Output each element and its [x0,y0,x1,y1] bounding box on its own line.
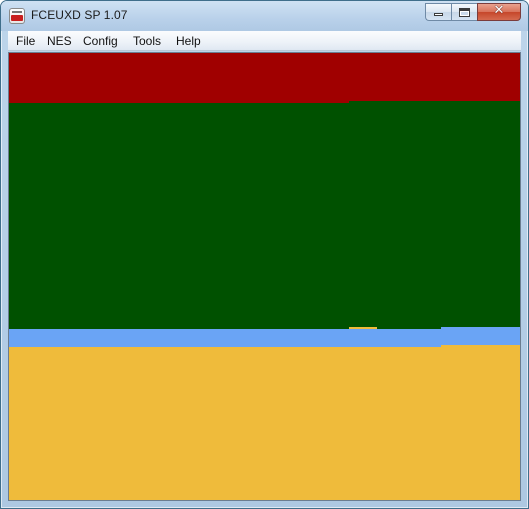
minimize-icon [434,13,443,16]
display-band-green-left [9,103,349,329]
minimize-button[interactable] [425,3,451,21]
menu-bar: File NES Config Tools Help [8,31,521,51]
close-button[interactable]: ✕ [477,3,521,21]
close-icon: ✕ [493,3,505,18]
maximize-icon [459,8,470,17]
display-band-red [9,53,520,103]
app-window: FCEUXD SP 1.07 ✕ File NES Config Tools H… [0,0,529,509]
title-bar[interactable]: FCEUXD SP 1.07 ✕ [1,1,528,31]
menu-nes[interactable]: NES [47,34,72,48]
menu-file[interactable]: File [16,34,35,48]
display-band-blue-left [9,329,441,347]
maximize-button[interactable] [451,3,477,21]
display-band-blue-right [441,327,520,345]
menu-tools[interactable]: Tools [133,34,161,48]
window-title: FCEUXD SP 1.07 [31,8,128,22]
menu-help[interactable]: Help [176,34,201,48]
fceuxd-app-icon[interactable] [9,8,25,24]
window-controls: ✕ [425,3,521,22]
display-band-green-right [349,101,520,327]
menu-config[interactable]: Config [83,34,118,48]
emulator-display[interactable] [8,52,521,501]
